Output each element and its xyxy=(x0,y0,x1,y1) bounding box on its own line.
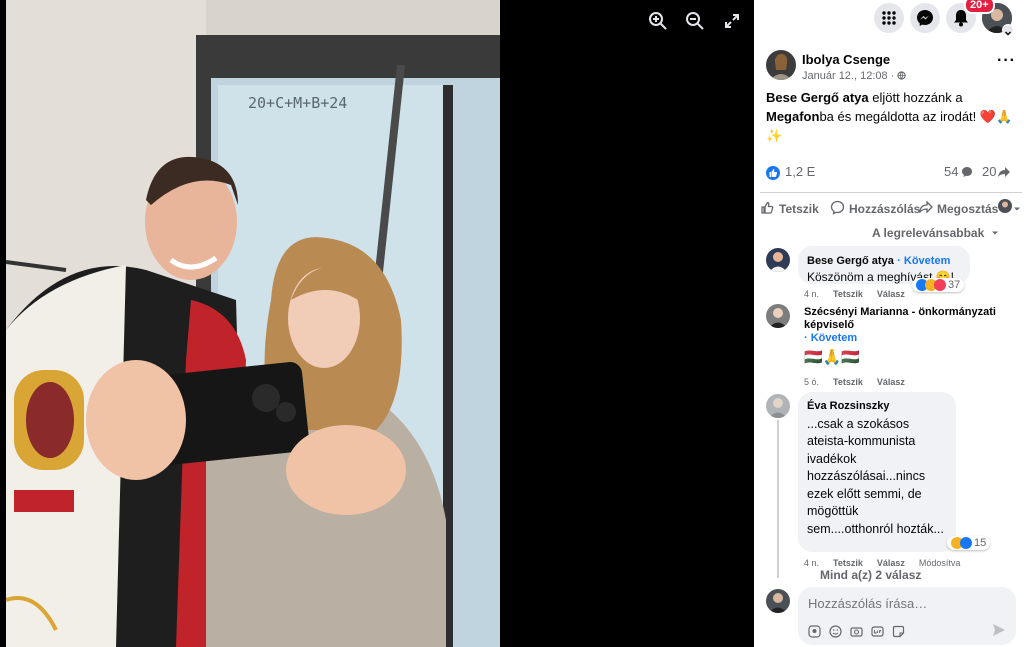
post-mention-megafon[interactable]: Megafon xyxy=(766,109,819,124)
comment-reactions-count: 15 xyxy=(974,537,987,549)
account-chevron-icon[interactable] xyxy=(1002,24,1014,36)
post-mention-priest[interactable]: Bese Gergő atya xyxy=(766,90,869,105)
like-reaction-icon[interactable] xyxy=(766,166,780,180)
post-meta: Január 12., 12:08 · xyxy=(802,70,907,83)
comment-reactions[interactable]: 37 xyxy=(912,278,965,292)
sticker-icon[interactable] xyxy=(892,625,905,641)
share-icon xyxy=(918,200,933,218)
comment-icon xyxy=(830,200,845,218)
comment-item: Bese Gergő atya · Követem Köszönöm a meg… xyxy=(766,246,1016,300)
comment-edited-label: Módosítva xyxy=(918,558,961,568)
comment-button-label: Hozzászólás xyxy=(849,202,921,216)
comment-text: 🇭🇺🙏🇭🇺 xyxy=(804,349,861,366)
photo-viewer: 20+C+M+B+24 xyxy=(0,0,754,647)
composer-box xyxy=(798,587,1016,645)
zoom-in-icon[interactable] xyxy=(647,10,669,32)
comment-like-button[interactable]: Tetszik xyxy=(833,377,863,387)
top-bar: 20+ xyxy=(754,0,1024,36)
fullscreen-icon[interactable] xyxy=(721,10,743,32)
post-photo[interactable]: 20+C+M+B+24 xyxy=(6,0,500,647)
post-panel: 20+ Ibolya Csenge Január 12., 12:08 · ··… xyxy=(754,0,1024,647)
thumbs-up-icon xyxy=(760,200,775,218)
comments-sort[interactable]: A legrelevánsabbak xyxy=(872,226,999,240)
reply-thread-line xyxy=(777,420,779,578)
menu-grid-button[interactable] xyxy=(874,3,904,33)
share-button-label: Megosztás xyxy=(937,202,999,216)
author-avatar[interactable] xyxy=(766,50,796,80)
love-reaction-icon xyxy=(934,279,946,291)
post-emoji: ❤️🙏 xyxy=(979,109,1013,124)
globe-icon xyxy=(897,71,907,83)
commenter-name[interactable]: Éva Rozsinszky xyxy=(807,398,947,416)
comment-footer: 5 ó. Tetszik Válasz xyxy=(804,377,905,387)
comment-count-icon xyxy=(961,166,973,181)
comments-count[interactable]: 54 xyxy=(944,164,958,179)
messenger-button[interactable] xyxy=(910,3,940,33)
post-date[interactable]: Január 12., 12:08 · xyxy=(802,70,894,82)
share-button[interactable]: Megosztás xyxy=(918,200,998,218)
commenter-name[interactable]: Bese Gergő atya xyxy=(807,255,894,267)
like-button[interactable]: Tetszik xyxy=(760,200,819,218)
menu-grid-icon xyxy=(882,11,896,25)
post-author[interactable]: Ibolya Csenge xyxy=(802,52,890,67)
follow-button[interactable]: · Követem xyxy=(897,255,950,267)
post-text-segment: ba és megáldotta az irodát! xyxy=(819,109,980,124)
emoji-icon[interactable] xyxy=(829,625,842,641)
gif-icon[interactable] xyxy=(871,625,884,641)
comment-time[interactable]: 4 n. xyxy=(804,289,819,299)
like-button-label: Tetszik xyxy=(779,202,819,216)
comment-like-button[interactable]: Tetszik xyxy=(833,558,863,568)
share-count-icon xyxy=(997,166,1011,181)
composer-avatar xyxy=(766,589,790,613)
notifications-badge: 20+ xyxy=(964,0,995,14)
view-replies-button[interactable]: Mind a(z) 2 válasz xyxy=(820,568,921,582)
comment-reactions[interactable]: 15 xyxy=(947,536,991,550)
comment-text: ...csak a szokásos ateista-kommunista iv… xyxy=(807,416,944,536)
avatar-sticker-icon[interactable] xyxy=(808,625,821,641)
share-as-avatar[interactable] xyxy=(998,199,1012,213)
commenter-name[interactable]: Szécsényi Marianna - önkormányzati képvi… xyxy=(804,306,996,331)
follow-button[interactable]: · Követem xyxy=(804,332,857,344)
commenter-avatar[interactable] xyxy=(766,304,790,328)
door-chalk-text: 20+C+M+B+24 xyxy=(248,94,347,112)
commenter-avatar[interactable] xyxy=(766,394,790,418)
comment-bubble: Éva Rozsinszky ...csak a szokásos ateist… xyxy=(798,392,956,552)
post-text-segment: eljött hozzánk a xyxy=(868,90,963,105)
camera-icon[interactable] xyxy=(850,625,863,641)
comment-reply-button[interactable]: Válasz xyxy=(877,289,905,299)
comment-reactions-count: 37 xyxy=(948,279,961,291)
shares-count[interactable]: 20 xyxy=(982,164,996,179)
post-emoji: ✨ xyxy=(766,128,783,143)
comment-button[interactable]: Hozzászólás xyxy=(830,200,920,218)
comment-reply-button[interactable]: Válasz xyxy=(877,377,905,387)
post-text: Bese Gergő atya eljött hozzánk a Megafon… xyxy=(766,88,1014,145)
post-actions: Tetszik Hozzászólás Megosztás xyxy=(760,192,1022,220)
comment-footer: 4 n. Tetszik Válasz xyxy=(804,289,905,299)
comment-composer xyxy=(766,587,1016,647)
comment-reply-button[interactable]: Válasz xyxy=(877,558,905,568)
zoom-out-icon[interactable] xyxy=(684,10,706,32)
post-options-icon[interactable]: ··· xyxy=(997,52,1016,70)
comment-footer: 4 n. Tetszik Válasz Módosítva xyxy=(804,558,960,568)
post-header: Ibolya Csenge Január 12., 12:08 · ··· xyxy=(766,48,1016,84)
reactions-count[interactable]: 1,2 E xyxy=(785,164,815,179)
photo-illustration: 20+C+M+B+24 xyxy=(6,0,500,647)
post-stats: 1,2 E 54 20 xyxy=(766,164,1016,184)
composer-tools xyxy=(808,625,905,641)
comments-sort-label: A legrelevánsabbak xyxy=(872,226,985,240)
comment-input[interactable] xyxy=(808,596,998,611)
comment-item: Szécsényi Marianna - önkormányzati képvi… xyxy=(766,304,1016,390)
chevron-down-icon[interactable] xyxy=(1013,202,1021,216)
comment-header: Szécsényi Marianna - önkormányzati képvi… xyxy=(804,306,1004,345)
comment-like-button[interactable]: Tetszik xyxy=(833,289,863,299)
commenter-avatar[interactable] xyxy=(766,248,790,272)
comment-time[interactable]: 5 ó. xyxy=(804,377,819,387)
messenger-icon xyxy=(917,10,933,26)
send-icon[interactable] xyxy=(992,623,1006,642)
like-reaction-icon xyxy=(960,537,972,549)
comment-time[interactable]: 4 n. xyxy=(804,558,819,568)
comment-item: Éva Rozsinszky ...csak a szokásos ateist… xyxy=(766,392,1016,584)
chevron-down-icon xyxy=(991,226,999,240)
